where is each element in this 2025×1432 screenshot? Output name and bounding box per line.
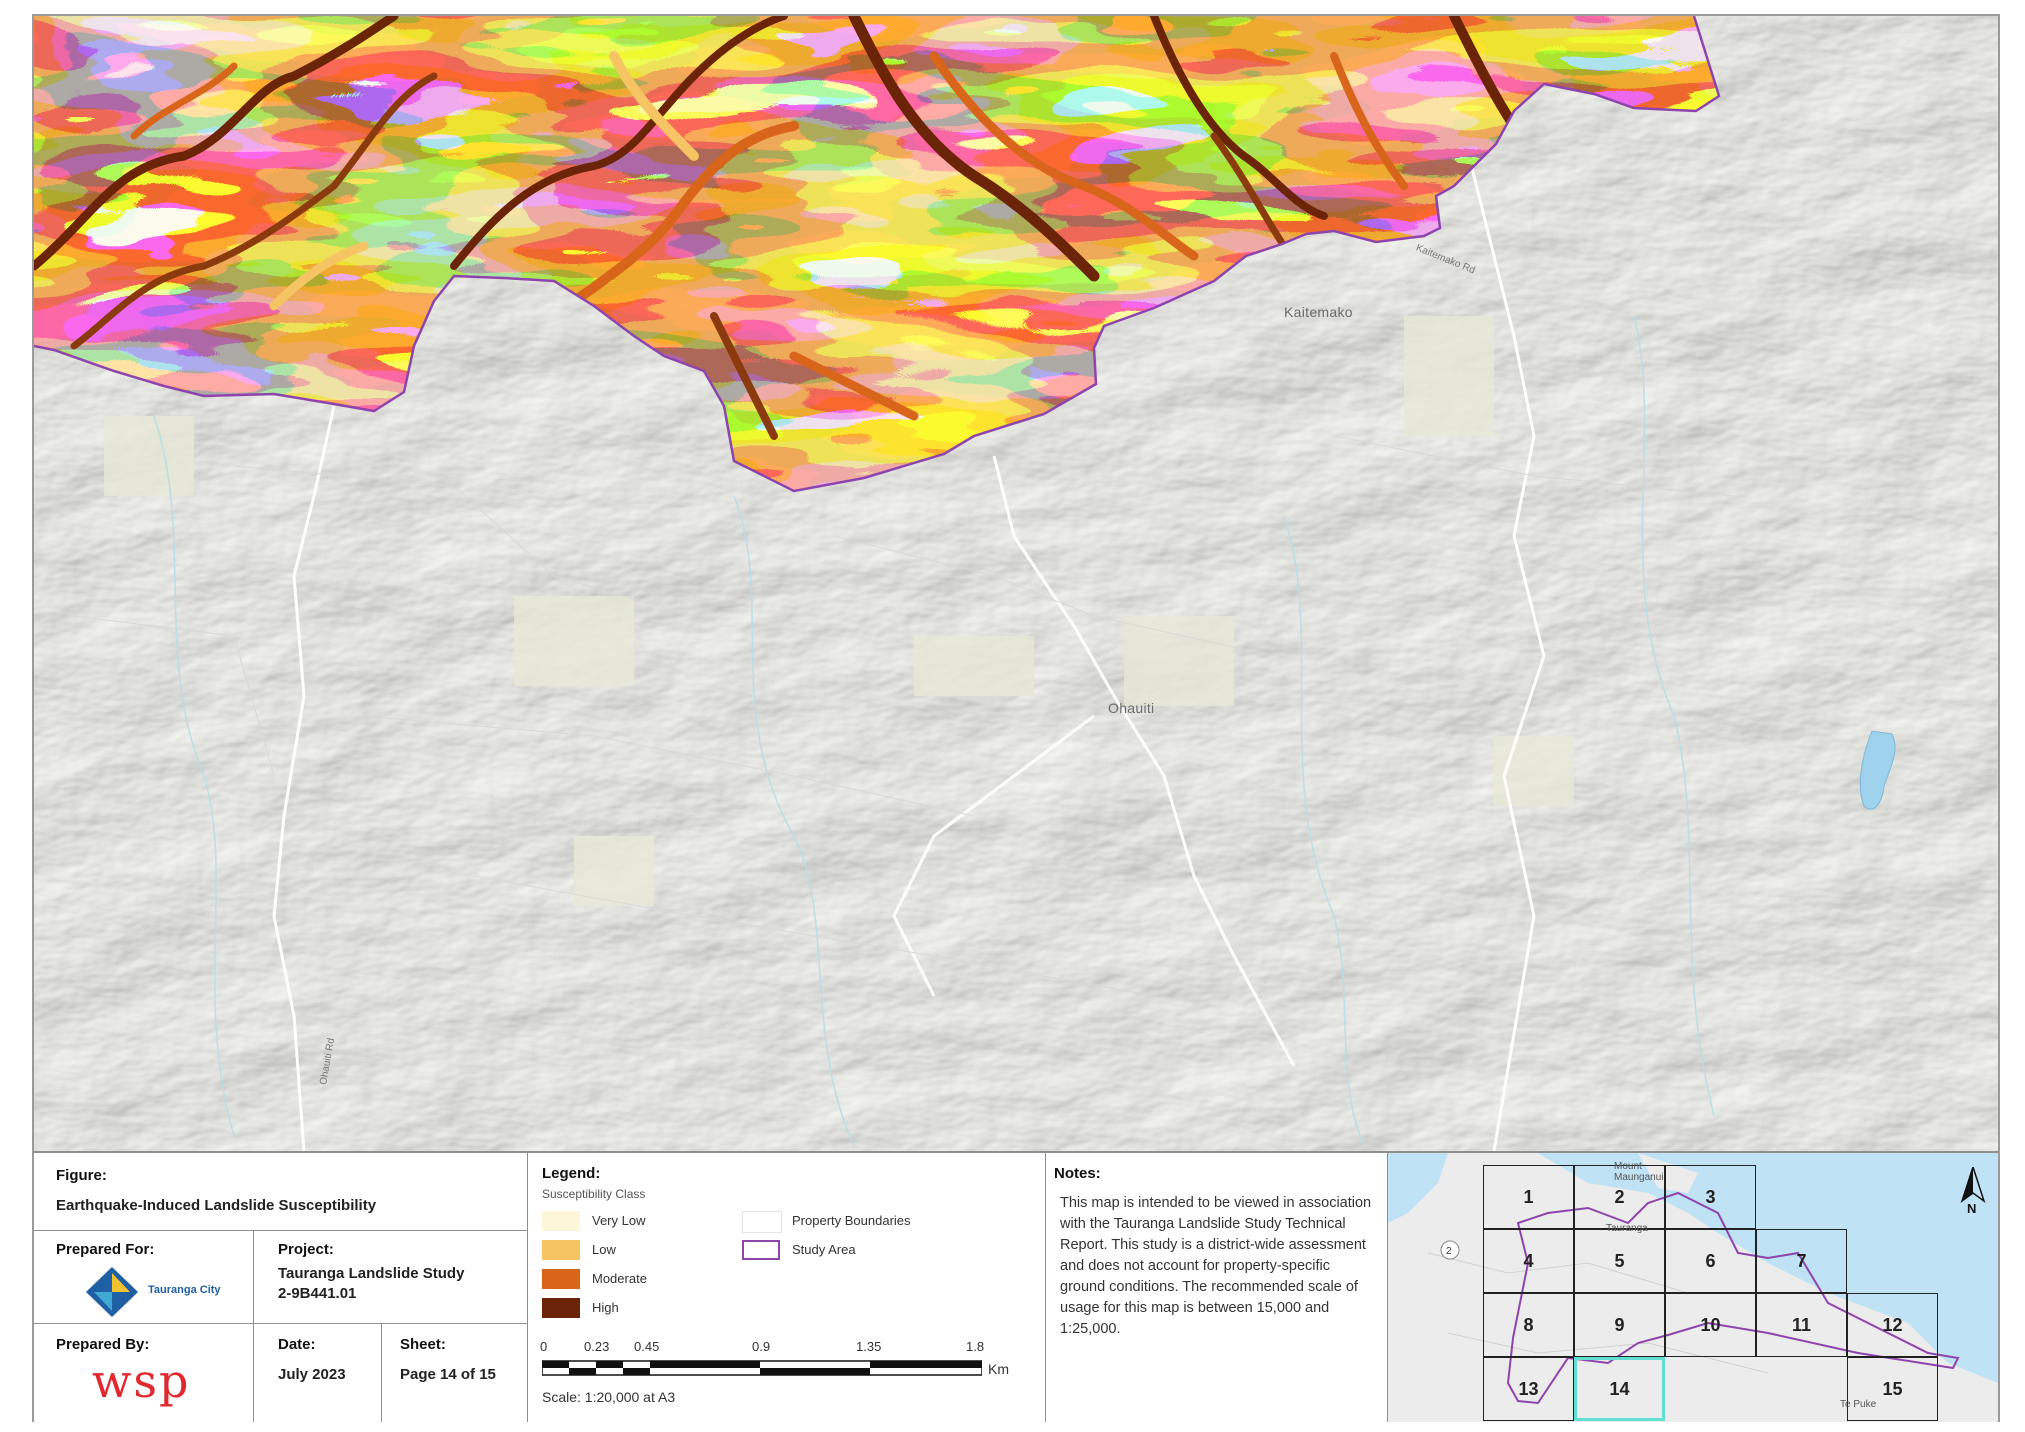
notes-label: Notes:	[1054, 1165, 1101, 1182]
project-label: Project:	[278, 1241, 334, 1258]
prepared-for-label: Prepared For:	[56, 1241, 155, 1258]
legend-swatch-high	[542, 1298, 580, 1318]
legend-label-low: Low	[592, 1242, 616, 1257]
legend-title: Legend:	[542, 1165, 601, 1182]
legend-label-study-area: Study Area	[792, 1242, 856, 1257]
index-tile-label: 14	[1609, 1378, 1630, 1399]
legend-label-high: High	[592, 1300, 619, 1315]
scale-tick-4: 1.35	[856, 1339, 882, 1354]
index-label-tauranga: Tauranga	[1606, 1223, 1648, 1234]
sheet-label: Sheet:	[400, 1336, 446, 1353]
legend-label-very-low: Very Low	[592, 1213, 646, 1228]
index-map[interactable]: 2 1 2 3 4 5 6 7 8 9 10 11 12 13 14 15 Mount Maunganui …	[1388, 1153, 1998, 1422]
legend-swatch-property-boundaries	[742, 1211, 782, 1233]
scale-tick-2: 0.45	[634, 1339, 660, 1354]
sheet-box: Sheet: Page 14 of 15	[382, 1324, 528, 1422]
map-sheet: Kaitemako Ohauiti Kaitemako Rd Ohauiti R…	[32, 14, 2000, 1422]
project-box: Project: Tauranga Landslide Study 2-9B44…	[254, 1231, 528, 1324]
index-tile-12[interactable]: 12	[1847, 1293, 1938, 1357]
tauranga-city-logo: Tauranga City	[82, 1265, 242, 1319]
scale-text: Scale: 1:20,000 at A3	[542, 1389, 676, 1405]
date-box: Date: July 2023	[254, 1324, 382, 1422]
index-tile-label: 3	[1705, 1186, 1716, 1207]
title-block: Figure: Earthquake-Induced Landslide Sus…	[34, 1151, 1998, 1422]
index-tile-15[interactable]: 15	[1847, 1357, 1938, 1421]
figure-title: Earthquake-Induced Landslide Susceptibil…	[56, 1197, 377, 1214]
index-tile-14[interactable]: 14	[1574, 1357, 1665, 1421]
map-frame[interactable]: Kaitemako Ohauiti Kaitemako Rd Ohauiti R…	[34, 16, 1998, 1151]
scale-tick-1: 0.23	[584, 1339, 610, 1354]
index-label-te-puke: Te Puke	[1840, 1399, 1877, 1410]
index-tile-11[interactable]: 11	[1756, 1293, 1847, 1357]
index-tile-label: 2	[1614, 1186, 1625, 1207]
index-tile-label: 11	[1791, 1314, 1812, 1335]
index-tile-5[interactable]: 5	[1574, 1229, 1665, 1293]
index-road-shield-label: 2	[1446, 1246, 1452, 1257]
date-label: Date:	[278, 1336, 316, 1353]
sheet-value: Page 14 of 15	[400, 1366, 496, 1383]
index-tile-8[interactable]: 8	[1483, 1293, 1574, 1357]
legend-label-property-boundaries: Property Boundaries	[792, 1213, 911, 1228]
prepared-by-label: Prepared By:	[56, 1336, 150, 1353]
scalebar-graphic	[542, 1360, 982, 1376]
wsp-logo: wsp	[92, 1354, 191, 1408]
legend-box: Legend: Susceptibility Class Very Low Lo…	[528, 1153, 1046, 1422]
index-tile-13[interactable]: 13	[1483, 1357, 1574, 1421]
index-tile-label: 15	[1882, 1378, 1903, 1399]
index-tile-label: 4	[1523, 1250, 1534, 1271]
notes-box: Notes: This map is intended to be viewed…	[1046, 1153, 1388, 1422]
date-value: July 2023	[278, 1366, 346, 1383]
legend-swatch-low	[542, 1240, 580, 1260]
legend-swatch-very-low	[542, 1211, 580, 1231]
figure-label: Figure:	[56, 1167, 107, 1184]
place-label-kaitemako: Kaitemako	[1284, 304, 1353, 320]
notes-body: This map is intended to be viewed in ass…	[1060, 1195, 1372, 1337]
index-tile-label: 8	[1523, 1314, 1534, 1335]
project-number: 2-9B441.01	[278, 1285, 357, 1302]
place-label-ohauiti: Ohauiti	[1108, 700, 1155, 716]
prepared-by-box: Prepared By: wsp	[34, 1324, 254, 1422]
index-label-mount: Mount Maunganui	[1614, 1161, 1664, 1183]
prepared-for-box: Prepared For: Tauranga City	[34, 1231, 254, 1324]
legend-swatch-study-area	[742, 1240, 780, 1260]
index-tile-6[interactable]: 6	[1665, 1229, 1756, 1293]
legend-label-moderate: Moderate	[592, 1271, 647, 1286]
scale-tick-0: 0	[540, 1339, 548, 1354]
index-tile-9[interactable]: 9	[1574, 1293, 1665, 1357]
index-tile-7[interactable]: 7	[1756, 1229, 1847, 1293]
index-tile-label: 9	[1614, 1314, 1625, 1335]
index-tile-label: 1	[1523, 1186, 1534, 1207]
scale-tick-5: 1.8	[966, 1339, 985, 1354]
project-name: Tauranga Landslide Study	[278, 1265, 465, 1282]
legend-subtitle: Susceptibility Class	[542, 1187, 646, 1201]
index-tile-4[interactable]: 4	[1483, 1229, 1574, 1293]
legend-swatch-moderate	[542, 1269, 580, 1289]
scale-unit: Km	[988, 1361, 1009, 1377]
tauranga-city-logo-text: Tauranga City	[148, 1284, 221, 1296]
index-tile-label: 7	[1796, 1250, 1807, 1271]
figure-box: Figure: Earthquake-Induced Landslide Sus…	[34, 1153, 528, 1231]
index-tile-label: 6	[1705, 1250, 1716, 1271]
north-label: N	[1967, 1201, 1977, 1216]
index-tile-label: 10	[1700, 1314, 1721, 1335]
scalebar: 0 0.23 0.45 0.9 1.35 1.8 Km Scale: 1:20,…	[540, 1339, 1032, 1413]
map-canvas	[34, 16, 1998, 1151]
scale-tick-3: 0.9	[752, 1339, 771, 1354]
index-tile-label: 12	[1882, 1314, 1903, 1335]
north-arrow: N	[1960, 1164, 1986, 1217]
index-tile-label: 13	[1518, 1378, 1539, 1399]
index-tile-1[interactable]: 1	[1483, 1165, 1574, 1229]
index-tile-label: 5	[1614, 1250, 1625, 1271]
index-tile-10[interactable]: 10	[1665, 1293, 1756, 1357]
